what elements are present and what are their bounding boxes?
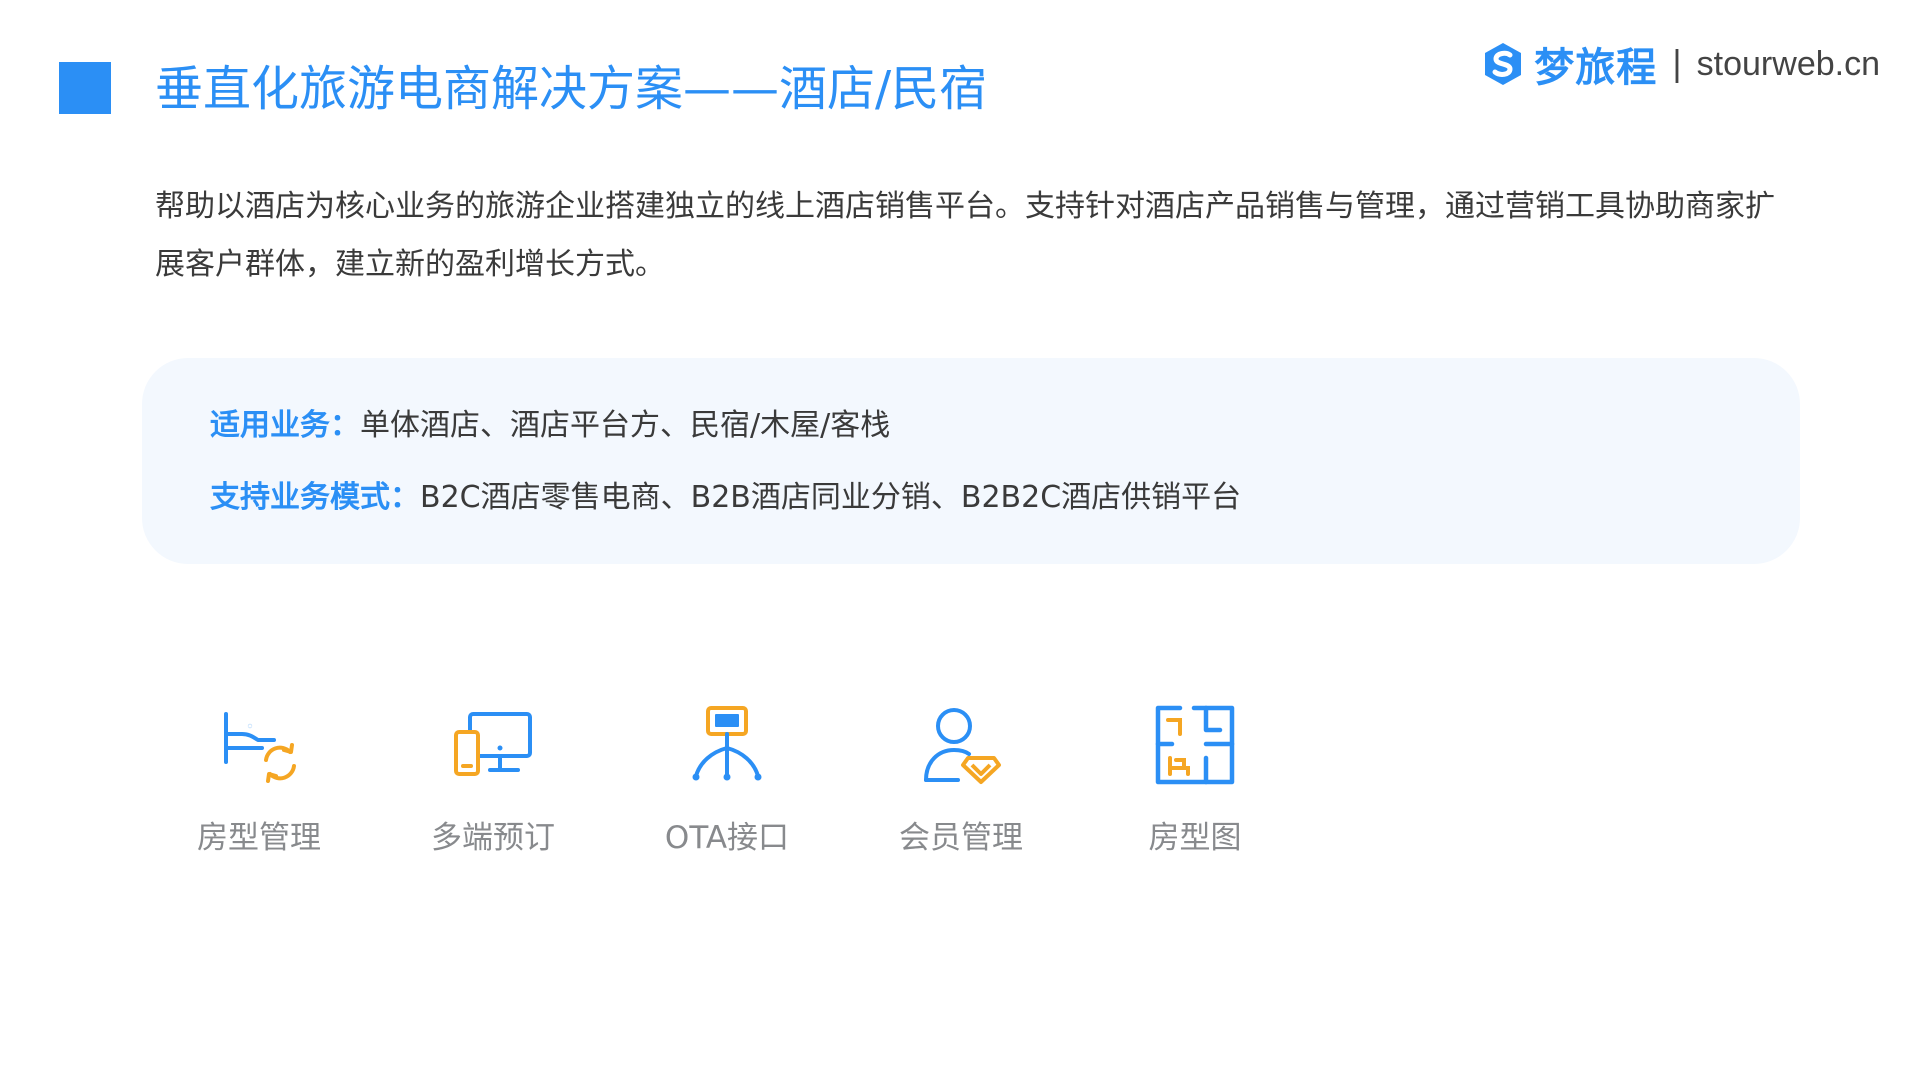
brand-separator: | [1671, 44, 1683, 84]
feature-room-type-management: 房型管理 [189, 700, 329, 857]
title-marker [59, 62, 111, 114]
feature-multi-device-booking: 多端预订 [423, 700, 563, 857]
brand-domain: stourweb.cn [1696, 44, 1880, 83]
feature-floor-plan: 房型图 [1125, 700, 1265, 857]
feature-member-management: 会员管理 [891, 700, 1031, 857]
business-mode-value: B2C酒店零售电商、B2B酒店同业分销、B2B2C酒店供销平台 [420, 480, 1242, 515]
feature-label: 多端预订 [431, 820, 555, 856]
business-mode-row: 支持业务模式：B2C酒店零售电商、B2B酒店同业分销、B2B2C酒店供销平台 [210, 478, 1241, 518]
floor-plan-icon [1155, 705, 1235, 785]
applicable-business-value: 单体酒店、酒店平台方、民宿/木屋/客栈 [360, 408, 891, 443]
brand: 梦旅程 | stourweb.cn [1480, 38, 1880, 91]
feature-label: 会员管理 [899, 820, 1023, 856]
feature-list: 房型管理 多端预订 OTA接口 会员管理 房型图 [189, 700, 1359, 857]
feature-label: OTA接口 [664, 820, 790, 856]
member-diamond-icon [924, 708, 1001, 784]
business-mode-label: 支持业务模式： [210, 480, 420, 515]
feature-label: 房型管理 [197, 820, 321, 856]
brand-name: 梦旅程 [1534, 45, 1658, 91]
feature-label: 房型图 [1148, 820, 1242, 856]
feature-ota-interface: OTA接口 [657, 700, 797, 857]
network-interface-icon [692, 706, 762, 781]
page-title: 垂直化旅游电商解决方案——酒店/民宿 [155, 61, 988, 117]
info-panel: 适用业务：单体酒店、酒店平台方、民宿/木屋/客栈 支持业务模式：B2C酒店零售电… [142, 358, 1800, 564]
brand-logo-icon [1485, 43, 1522, 85]
intro-paragraph: 帮助以酒店为核心业务的旅游企业搭建独立的线上酒店销售平台。支持针对酒店产品销售与… [155, 189, 1775, 282]
applicable-business-row: 适用业务：单体酒店、酒店平台方、民宿/木屋/客栈 [210, 406, 890, 446]
multi-device-icon [454, 712, 532, 776]
applicable-business-label: 适用业务： [210, 408, 360, 443]
bed-refresh-icon [224, 712, 296, 783]
